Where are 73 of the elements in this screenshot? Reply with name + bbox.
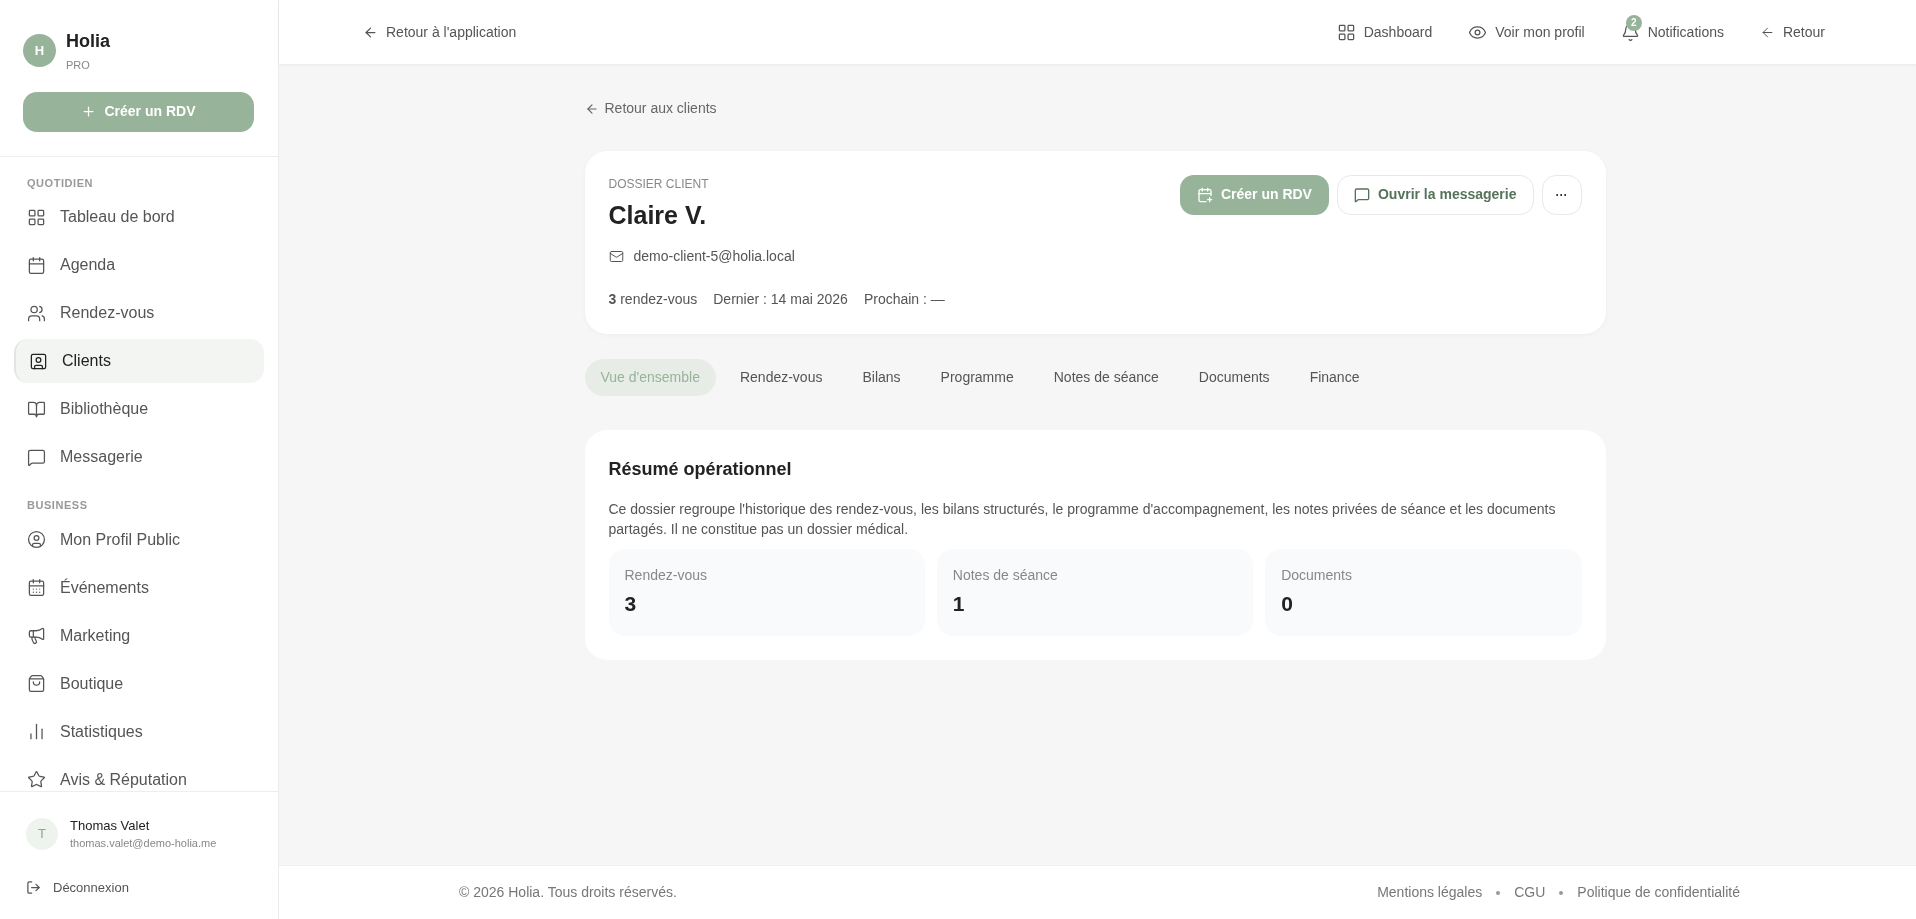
sidebar-item[interactable]: Marketing [14, 613, 264, 658]
back-to-clients-link[interactable]: Retour aux clients [584, 98, 717, 119]
users-icon [27, 303, 46, 323]
metric-value: 1 [952, 591, 966, 617]
client-stat: Prochain : — [863, 290, 945, 309]
tab[interactable]: Rendez-vous [723, 359, 839, 396]
user-email: thomas.valet@demo-holia.me [70, 836, 217, 851]
top-nav-link[interactable]: Voir mon profil [1468, 12, 1585, 52]
sidebar-item[interactable]: Agenda [14, 243, 264, 287]
section-title: QUOTIDIEN [26, 175, 95, 191]
logout-button[interactable]: Déconnexion [26, 877, 129, 897]
brand-name: Holia [66, 30, 110, 53]
sidebar-item[interactable]: Boutique [14, 661, 264, 706]
footer-link[interactable]: Politique de confidentialité [1577, 882, 1740, 903]
metric-value: 0 [1281, 591, 1294, 617]
footer-link[interactable]: Mentions légales [1377, 882, 1483, 903]
metric-value: 3 [624, 591, 638, 617]
user-circle-icon [27, 530, 46, 549]
tab[interactable]: Programme [924, 359, 1030, 396]
summary-description: Ce dossier regroupe l'historique des rendez-vous, les bilans structurés, le programme d'accompagnement, les notes privées de séance et les documents partagés. Il ne constitue pas un dossier médical. [608, 500, 1557, 539]
bar-chart-icon [27, 722, 46, 741]
user-avatar: T [26, 817, 58, 850]
sidebar-item[interactable]: Avis & Réputation [14, 757, 264, 791]
client-name: Claire V. [608, 199, 708, 231]
tab[interactable]: Bilans [846, 359, 917, 396]
eyebrow-label: DOSSIER CLIENT [608, 175, 710, 193]
more-button[interactable]: ··· [1541, 174, 1582, 215]
user-name: Thomas Valet [70, 816, 151, 835]
metric-label: Documents [1281, 566, 1353, 585]
star-icon [27, 770, 46, 789]
client-stat: Dernier : 14 mai 2026 [713, 290, 848, 309]
brand-avatar: H [23, 34, 56, 67]
megaphone-icon [27, 626, 46, 645]
back-to-app-link[interactable]: Retour à l'application [363, 21, 517, 43]
metric-label: Rendez-vous [624, 566, 708, 585]
sidebar-item[interactable]: Rendez-vous [14, 291, 264, 335]
sidebar-item[interactable]: Événements [14, 565, 264, 610]
contact-card-icon [29, 351, 48, 371]
arrow-left-icon [584, 101, 599, 116]
summary-title: Résumé opérationnel [608, 458, 793, 481]
footer-link[interactable]: CGU [1514, 882, 1546, 903]
chat-bubble-icon [27, 447, 46, 467]
sidebar-item[interactable]: Statistiques [14, 709, 264, 754]
copyright-text: © 2026 Holia. Tous droits réservés. [459, 883, 677, 902]
plus-icon [81, 104, 97, 119]
shopping-bag-icon [27, 674, 46, 693]
sidebar-item[interactable]: Tableau de bord [14, 195, 264, 239]
tab[interactable]: Notes de séance [1037, 359, 1175, 396]
calendar-icon [27, 578, 46, 597]
brand-subtitle: PRO [66, 58, 91, 73]
book-icon [27, 399, 46, 419]
calendar-icon [27, 255, 46, 275]
notification-badge: 2 [1625, 14, 1642, 31]
grid-icon [1336, 22, 1356, 42]
sidebar-item[interactable]: Messagerie [14, 435, 264, 479]
tab[interactable]: Finance [1293, 359, 1376, 396]
sidebar-item[interactable]: Bibliothèque [14, 387, 264, 431]
client-email: demo-client-5@holia.local [633, 247, 795, 266]
section-title: BUSINESS [26, 498, 89, 513]
open-messaging-button[interactable]: Ouvrir la messagerie [1336, 174, 1534, 215]
chat-bubble-icon [1353, 186, 1370, 203]
calendar-plus-icon [1196, 186, 1213, 203]
top-nav-link[interactable]: 2 Notifications [1620, 12, 1724, 52]
sidebar-item[interactable]: Mon Profil Public [14, 517, 264, 562]
sidebar-item[interactable]: Clients [14, 339, 264, 383]
top-nav-link[interactable]: Retour [1759, 12, 1825, 52]
grid-icon [27, 207, 46, 227]
metric-label: Notes de séance [952, 566, 1059, 585]
logout-icon [26, 879, 41, 895]
mail-icon [608, 249, 624, 264]
tab[interactable]: Documents [1182, 359, 1286, 396]
client-stat: 3 rendez-vous [608, 290, 698, 309]
top-nav-link[interactable]: Dashboard [1336, 12, 1433, 52]
